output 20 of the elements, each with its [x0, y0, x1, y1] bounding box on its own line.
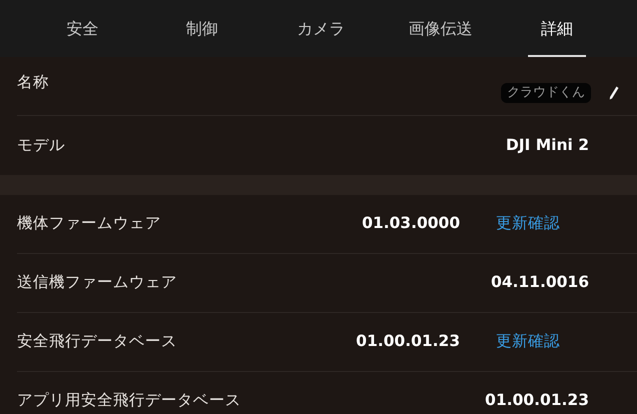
tab[interactable]: 安全: [23, 0, 142, 57]
version-value: 01.03.0000: [362, 213, 460, 234]
tab[interactable]: カメラ: [262, 0, 381, 57]
tab[interactable]: 制御: [142, 0, 262, 57]
setting-label: 名称: [17, 72, 50, 93]
setting-label: 送信機ファームウェア: [17, 272, 178, 294]
version-value: 01.00.01.23: [485, 390, 589, 411]
tab[interactable]: 画像伝送: [380, 0, 500, 57]
setting-label: 安全飛行データベース: [17, 331, 178, 352]
version-value: 04.11.0016: [490, 272, 589, 294]
model-value: DJI Mini 2: [506, 134, 589, 156]
aircraft-name: クラウドくん: [501, 83, 591, 103]
edit-icon[interactable]: [609, 86, 619, 100]
tab[interactable]: 詳細: [528, 0, 586, 57]
setting-label: 機体ファームウェア: [17, 213, 162, 234]
check-update-link[interactable]: 更新確認: [496, 330, 566, 354]
setting-label: アプリ用安全飛行データベース: [17, 390, 242, 411]
check-update-link[interactable]: 更新確認: [496, 212, 566, 236]
version-value: 01.00.01.23: [356, 331, 460, 352]
setting-label: モデル: [17, 134, 66, 156]
